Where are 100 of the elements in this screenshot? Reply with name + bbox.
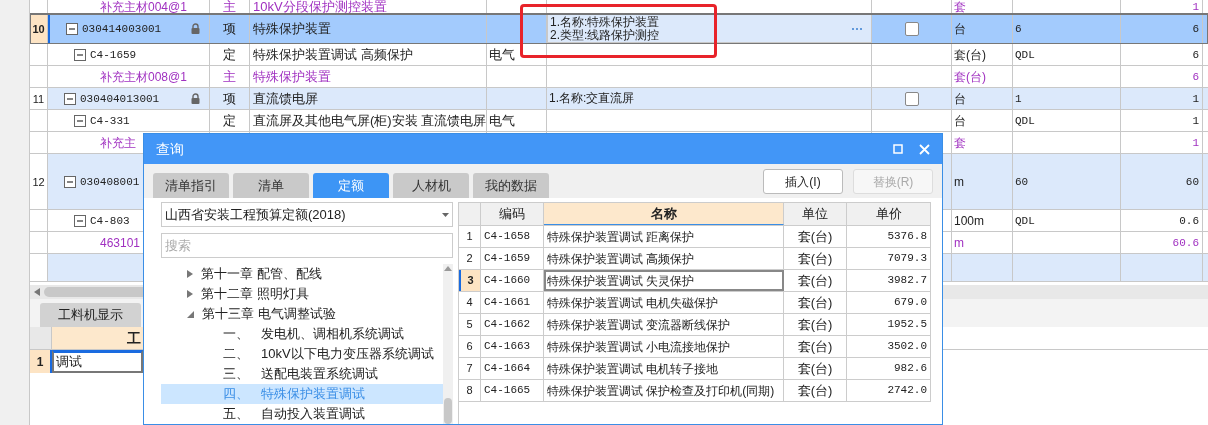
- grid-row[interactable]: 10 030414003001 项 特殊保护装置 1.名称:特殊保护装置 2.类型:线路保护测控 台 6 6: [30, 14, 1208, 44]
- grid-row[interactable]: C4-331 定 直流屏及其他电气屏(柜)安装 直流馈电屏 电气 台 QDL 1: [30, 110, 1208, 132]
- unit-cell: 套(台): [954, 69, 986, 84]
- column-header[interactable]: 编码: [481, 203, 544, 225]
- expression-cell: QDL: [1015, 113, 1035, 128]
- collapsed-icon[interactable]: [187, 270, 193, 278]
- type-cell: 定: [223, 47, 236, 62]
- scroll-up-icon: [444, 266, 452, 271]
- grid-row[interactable]: C4-1659 定 特殊保护装置调试 高频保护 电气 套(台) QDL 6: [30, 44, 1208, 66]
- table-cell: 982.6: [847, 358, 931, 379]
- tree-row[interactable]: 第十一章 配管、配线: [161, 264, 443, 284]
- scrollbar-thumb[interactable]: [444, 398, 452, 424]
- more-icon[interactable]: [851, 26, 863, 31]
- tree-item-label: 第十一章 配管、配线: [201, 265, 322, 284]
- row-number[interactable]: 3: [459, 270, 481, 291]
- tab[interactable]: 工料机显示: [40, 303, 141, 327]
- search-field[interactable]: 搜索: [161, 233, 453, 258]
- collapse-icon: [64, 92, 76, 105]
- table-cell: C4-1662: [481, 314, 544, 335]
- grid-row[interactable]: 补充主材004@1 主 10kV分段保护测控装置 套 1: [30, 0, 1208, 14]
- tree-row[interactable]: 第十二章 照明灯具: [161, 284, 443, 304]
- table-cell: 特殊保护装置调试 小电流接地保护: [544, 336, 784, 357]
- input-field[interactable]: 调试: [52, 350, 143, 373]
- type-cell: 主: [223, 69, 236, 84]
- unit-cell: m: [954, 174, 964, 189]
- code-cell: C4-803: [90, 213, 130, 228]
- collapsed-icon[interactable]: [187, 290, 193, 298]
- specialty-cell: 电气: [489, 47, 515, 62]
- tab[interactable]: 清单: [233, 173, 309, 198]
- vertical-scrollbar[interactable]: [443, 264, 453, 424]
- expression-cell: 60: [1015, 174, 1029, 189]
- quantity-cell: 60.6: [1172, 235, 1199, 250]
- tree-item[interactable]: 一、 发电机、调相机系统调试: [161, 324, 443, 344]
- tree-item-label: 第十二章 照明灯具: [201, 285, 309, 304]
- grid-row[interactable]: 补充主材008@1 主 特殊保护装置 套(台) 6: [30, 66, 1208, 88]
- tree-item[interactable]: 三、 送配电装置系统调试: [161, 364, 443, 384]
- quantity-cell: 6: [1192, 69, 1199, 84]
- quantity-cell: 60: [1185, 174, 1199, 189]
- code-cell: 030414003001: [82, 21, 162, 36]
- table-cell: 特殊保护装置调试 电机失磁保护: [544, 292, 784, 313]
- table-cell: 特殊保护装置调试 高频保护: [544, 248, 784, 269]
- unit-cell: 台: [954, 113, 966, 128]
- name-cell: 特殊保护装置调试 高频保护: [253, 47, 413, 62]
- name-cell: 特殊保护装置: [253, 21, 331, 36]
- collapse-icon: [74, 214, 86, 227]
- name-cell: 直流屏及其他电气屏(柜)安装 直流馈电屏: [253, 113, 487, 128]
- table-cell: C4-1661: [481, 292, 544, 313]
- expression-cell: QDL: [1015, 47, 1035, 62]
- collapse-icon: [74, 48, 86, 61]
- tab[interactable]: 我的数据: [473, 173, 549, 198]
- window-title: 查询: [156, 139, 184, 159]
- table-cell: C4-1658: [481, 226, 544, 247]
- tree-item[interactable]: 二、 10kV以下电力变压器系统调试: [161, 344, 443, 364]
- feature-line: 2.类型:线路保护测控: [550, 28, 661, 42]
- column-header[interactable]: 单位: [784, 203, 847, 225]
- unit-cell: 套: [954, 135, 966, 150]
- table-cell: 套(台): [784, 336, 847, 357]
- name-cell: 10kV分段保护测控装置: [253, 0, 387, 14]
- table-cell: 套(台): [784, 226, 847, 247]
- unit-cell: 台: [954, 21, 966, 36]
- unit-cell: 套: [954, 0, 966, 14]
- scroll-left-icon[interactable]: [34, 288, 40, 296]
- code-cell: 030408001: [80, 174, 140, 189]
- expression-cell: 6: [1015, 21, 1022, 36]
- tab[interactable]: 人材机: [393, 173, 469, 198]
- library-dropdown[interactable]: 山西省安装工程预算定额(2018): [161, 202, 453, 227]
- table-cell: 3502.0: [847, 336, 931, 357]
- table-cell: C4-1664: [481, 358, 544, 379]
- name-cell: 直流馈电屏: [253, 91, 318, 106]
- type-cell: 项: [223, 21, 236, 36]
- row-number: 10: [32, 21, 45, 36]
- table-cell: 套(台): [784, 292, 847, 313]
- grid-row[interactable]: 11 030404013001 项 直流馈电屏 1.名称:交直流屏 台 1 1: [30, 88, 1208, 110]
- table-cell: C4-1660: [481, 270, 544, 291]
- table-cell: 套(台): [784, 358, 847, 379]
- column-header[interactable]: 单价: [847, 203, 931, 225]
- tab[interactable]: 清单指引: [153, 173, 229, 198]
- code-cell: 030404013001: [80, 91, 160, 106]
- tree-row[interactable]: 第十三章 电气调整试验: [161, 304, 443, 324]
- dialog-button[interactable]: 插入(I): [763, 169, 843, 194]
- unit-cell: 100m: [954, 213, 985, 228]
- table-cell: 679.0: [847, 292, 931, 313]
- expanded-icon[interactable]: [187, 310, 194, 318]
- checkbox[interactable]: [904, 91, 919, 106]
- table-cell: C4-1659: [481, 248, 544, 269]
- tree-item[interactable]: 五、 自动投入装置调试: [161, 404, 443, 424]
- type-cell: 项: [223, 91, 236, 106]
- unit-cell: 台: [954, 91, 966, 106]
- table-cell: 套(台): [784, 270, 847, 291]
- close-icon[interactable]: [919, 143, 930, 155]
- collapse-icon: [74, 114, 86, 127]
- code-cell: 补充主材004@1: [100, 0, 187, 14]
- quantity-cell: 1: [1192, 135, 1199, 150]
- table-cell: 特殊保护装置调试 变流器断线保护: [544, 314, 784, 335]
- table-cell: 7079.3: [847, 248, 931, 269]
- maximize-icon[interactable]: [893, 144, 903, 154]
- table-cell: 特殊保护装置调试 电机转子接地: [544, 358, 784, 379]
- column-header[interactable]: 名称: [544, 203, 784, 225]
- specialty-cell: 电气: [489, 113, 515, 128]
- checkbox[interactable]: [904, 21, 919, 36]
